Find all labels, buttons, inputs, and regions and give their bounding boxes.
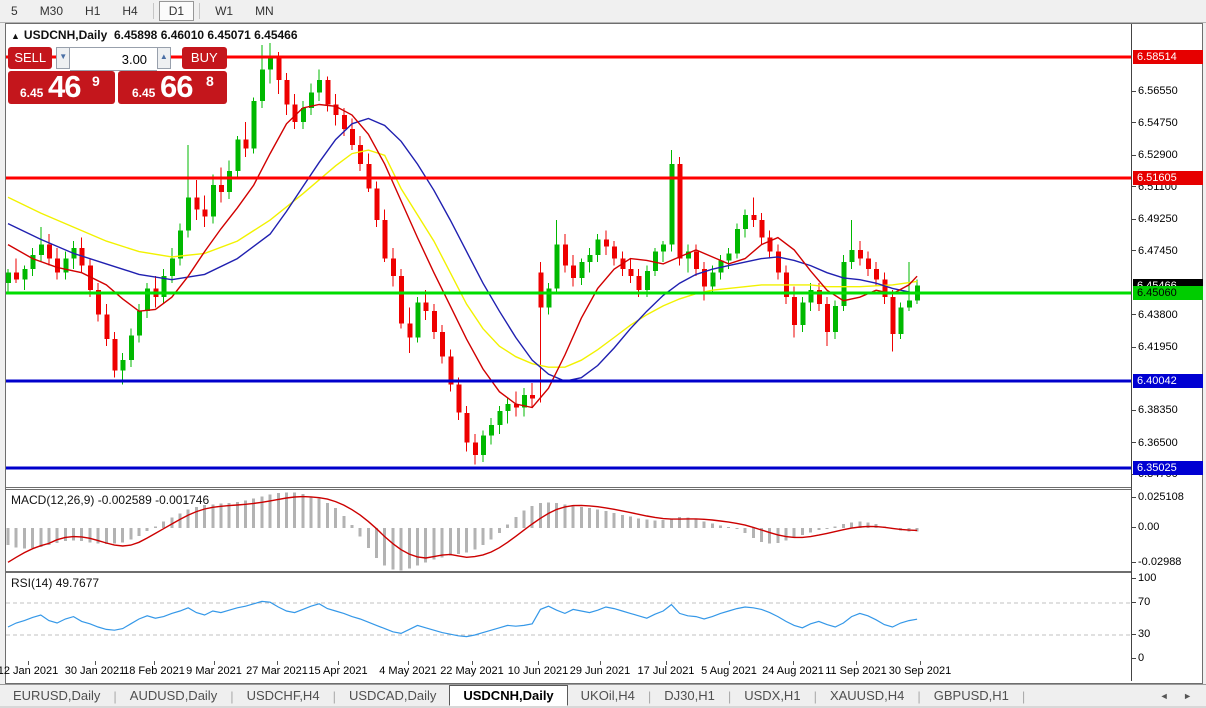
price-tick-mark (1132, 186, 1136, 187)
macd-tick-mark (1132, 497, 1136, 498)
tab-separator: | (1022, 689, 1025, 704)
rsi-tick-mark (1132, 634, 1136, 635)
price-badge-6.45060: 6.45060 (1133, 286, 1203, 300)
price-tick-label: 6.38350 (1138, 404, 1178, 416)
timeframe-button-M30[interactable]: M30 (30, 1, 73, 21)
tab-EURUSD-Daily[interactable]: EURUSD,Daily (0, 686, 113, 706)
tab-GBPUSD-H1[interactable]: GBPUSD,H1 (921, 686, 1022, 706)
main-price-panel[interactable]: ▲ USDCNH,Daily 6.45898 6.46010 6.45071 6.… (6, 24, 1131, 488)
volume-input[interactable] (70, 47, 157, 71)
price-badge-6.58514: 6.58514 (1133, 50, 1203, 64)
price-tick-label: 6.36500 (1138, 437, 1178, 449)
rsi-tick-label: 30 (1138, 628, 1150, 640)
price-tick-label: 6.56550 (1138, 85, 1178, 97)
toolbar-separator (153, 3, 154, 19)
tab-USDCHF-H4[interactable]: USDCHF,H4 (234, 686, 333, 706)
timeframe-button-W1[interactable]: W1 (205, 1, 243, 21)
date-axis[interactable]: 12 Jan 202130 Jan 202118 Feb 20219 Mar 2… (6, 661, 1131, 681)
price-tick-label: 6.41950 (1138, 341, 1178, 353)
sell-price-sup: 9 (92, 73, 100, 89)
tab-AUDUSD-Daily[interactable]: AUDUSD,Daily (117, 686, 230, 706)
macd-label: MACD(12,26,9) -0.002589 -0.001746 (11, 493, 209, 507)
rsi-tick-label: 100 (1138, 572, 1156, 584)
rsi-tick-mark (1132, 658, 1136, 659)
timeframe-button-D1[interactable]: D1 (159, 1, 194, 21)
macd-tick-label: 0.00 (1138, 521, 1159, 533)
buy-price-small: 6.45 (132, 86, 155, 100)
rsi-tick-label: 70 (1138, 596, 1150, 608)
rsi-tick-mark (1132, 578, 1136, 579)
tab-USDX-H1[interactable]: USDX,H1 (731, 686, 813, 706)
tab-DJ30-H1[interactable]: DJ30,H1 (651, 686, 728, 706)
toolbar-separator (199, 3, 200, 19)
tab-XAUUSD-H4[interactable]: XAUUSD,H4 (817, 686, 917, 706)
date-label: 15 Apr 2021 (298, 665, 378, 677)
timeframe-toolbar: 5M30H1H4 D1 W1MN (0, 0, 1206, 23)
price-tick-mark (1132, 250, 1136, 251)
price-tick-mark (1132, 155, 1136, 156)
direction-up-icon: ▲ (11, 31, 20, 41)
chart-window: ▲ USDCNH,Daily 6.45898 6.46010 6.45071 6.… (5, 23, 1203, 684)
timeframe-button-H1[interactable]: H1 (75, 1, 110, 21)
rsi-tick-mark (1132, 602, 1136, 603)
macd-tick-label: 0.025108 (1138, 491, 1184, 503)
price-tick-mark (1132, 219, 1136, 220)
price-tick-mark (1132, 91, 1136, 92)
macd-tick-mark (1132, 562, 1136, 563)
rsi-chart-canvas[interactable] (6, 573, 1131, 661)
rsi-label: RSI(14) 49.7677 (11, 576, 99, 590)
price-tick-label: 6.49250 (1138, 213, 1178, 225)
timeframe-button-5[interactable]: 5 (1, 1, 28, 21)
buy-price-big: 66 (160, 69, 192, 105)
tab-scroll-arrows[interactable]: ◄ ► (1160, 691, 1198, 701)
timeframe-button-MN[interactable]: MN (245, 1, 284, 21)
macd-tick-label: -0.02988 (1138, 556, 1181, 568)
price-tick-mark (1132, 410, 1136, 411)
sell-button[interactable]: SELL (8, 47, 52, 69)
ohlc-close: 6.45466 (254, 28, 297, 42)
chart-info-line: ▲ USDCNH,Daily 6.45898 6.46010 6.45071 6.… (11, 28, 298, 42)
tab-USDCAD-Daily[interactable]: USDCAD,Daily (336, 686, 449, 706)
mt4-terminal: 5M30H1H4 D1 W1MN ▲ USDCNH,Daily 6.45898 6.4… (0, 0, 1206, 708)
price-tick-mark (1132, 314, 1136, 315)
price-badge-6.51605: 6.51605 (1133, 171, 1203, 185)
price-tick-label: 6.54750 (1138, 117, 1178, 129)
ohlc-low: 6.45071 (207, 28, 250, 42)
sell-price-big: 46 (48, 69, 80, 105)
date-label: 30 Sep 2021 (880, 665, 960, 677)
price-tick-mark (1132, 347, 1136, 348)
macd-tick-mark (1132, 527, 1136, 528)
price-tick-label: 6.43800 (1138, 309, 1178, 321)
price-tick-label: 6.52900 (1138, 149, 1178, 161)
price-tick-label: 6.47450 (1138, 245, 1178, 257)
buy-price-panel[interactable]: 6.45 66 8 (118, 71, 227, 104)
sell-price-small: 6.45 (20, 86, 43, 100)
volume-increase-button[interactable]: ▲ (157, 47, 171, 69)
price-badge-6.40042: 6.40042 (1133, 374, 1203, 388)
macd-panel[interactable]: MACD(12,26,9) -0.002589 -0.001746 (6, 489, 1131, 572)
price-tick-mark (1132, 122, 1136, 123)
sell-price-panel[interactable]: 6.45 46 9 (8, 71, 115, 104)
plot-column: ▲ USDCNH,Daily 6.45898 6.46010 6.45071 6.… (6, 24, 1131, 681)
one-click-trade-widget: SELL ▼ ▲ BUY 6.45 46 9 6.45 (8, 47, 227, 104)
price-badge-6.35025: 6.35025 (1133, 461, 1203, 475)
ohlc-high: 6.46010 (161, 28, 204, 42)
tab-USDCNH-Daily[interactable]: USDCNH,Daily (449, 685, 567, 706)
price-axis[interactable]: 6.565506.547506.529006.511006.492506.474… (1131, 24, 1202, 681)
volume-decrease-button[interactable]: ▼ (56, 47, 70, 69)
tab-UKOil-H4[interactable]: UKOil,H4 (568, 686, 648, 706)
price-tick-mark (1132, 442, 1136, 443)
timeframe-button-H4[interactable]: H4 (112, 1, 147, 21)
chart-symbol-label: USDCNH,Daily (24, 28, 107, 42)
rsi-panel[interactable]: RSI(14) 49.7677 (6, 572, 1131, 662)
buy-button[interactable]: BUY (182, 47, 227, 69)
rsi-tick-label: 0 (1138, 652, 1144, 664)
chart-tab-bar: EURUSD,Daily|AUDUSD,Daily|USDCHF,H4|USDC… (0, 684, 1206, 707)
ohlc-open: 6.45898 (114, 28, 157, 42)
buy-price-sup: 8 (206, 73, 214, 89)
